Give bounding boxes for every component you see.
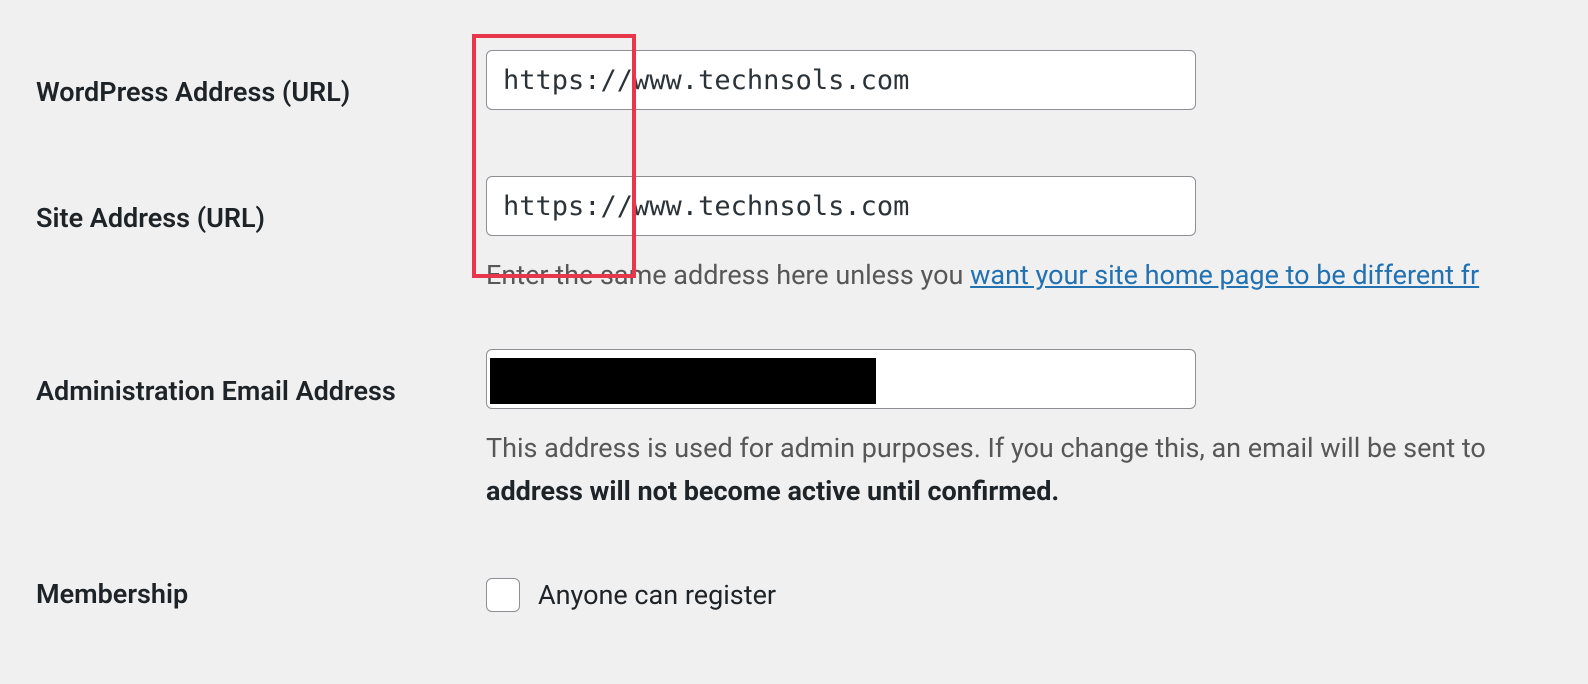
help-text: Enter the same address here unless you: [486, 259, 970, 291]
membership-checkbox-label: Anyone can register: [538, 579, 776, 611]
site-address-label: Site Address (URL): [36, 202, 265, 234]
field-col: [486, 50, 1588, 110]
help-strong: address will not become active until con…: [486, 475, 1059, 507]
membership-checkbox[interactable]: [486, 578, 520, 612]
site-address-help: Enter the same address here unless you w…: [486, 254, 1588, 297]
membership-row: Membership Anyone can register: [36, 574, 1588, 612]
label-col: WordPress Address (URL): [36, 50, 486, 108]
settings-form: WordPress Address (URL) Site Address (UR…: [36, 50, 1588, 612]
field-col: This address is used for admin purposes.…: [486, 349, 1588, 513]
wordpress-address-input[interactable]: [486, 50, 1196, 110]
field-col: Anyone can register: [486, 574, 1588, 612]
help-text: This address is used for admin purposes.…: [486, 432, 1486, 464]
label-col: Administration Email Address: [36, 349, 486, 407]
site-address-input[interactable]: [486, 176, 1196, 236]
label-col: Membership: [36, 574, 486, 610]
admin-email-input[interactable]: [486, 349, 1196, 409]
site-address-row: Site Address (URL) Enter the same addres…: [36, 176, 1588, 297]
admin-email-row: Administration Email Address This addres…: [36, 349, 1588, 513]
label-col: Site Address (URL): [36, 176, 486, 234]
membership-label: Membership: [36, 578, 188, 610]
wordpress-address-row: WordPress Address (URL): [36, 50, 1588, 110]
membership-checkbox-wrap: Anyone can register: [486, 574, 1588, 612]
site-address-help-link[interactable]: want your site home page to be different…: [970, 259, 1479, 291]
admin-email-help: This address is used for admin purposes.…: [486, 427, 1588, 513]
field-col: Enter the same address here unless you w…: [486, 176, 1588, 297]
wordpress-address-label: WordPress Address (URL): [36, 76, 350, 108]
admin-email-label: Administration Email Address: [36, 375, 396, 407]
